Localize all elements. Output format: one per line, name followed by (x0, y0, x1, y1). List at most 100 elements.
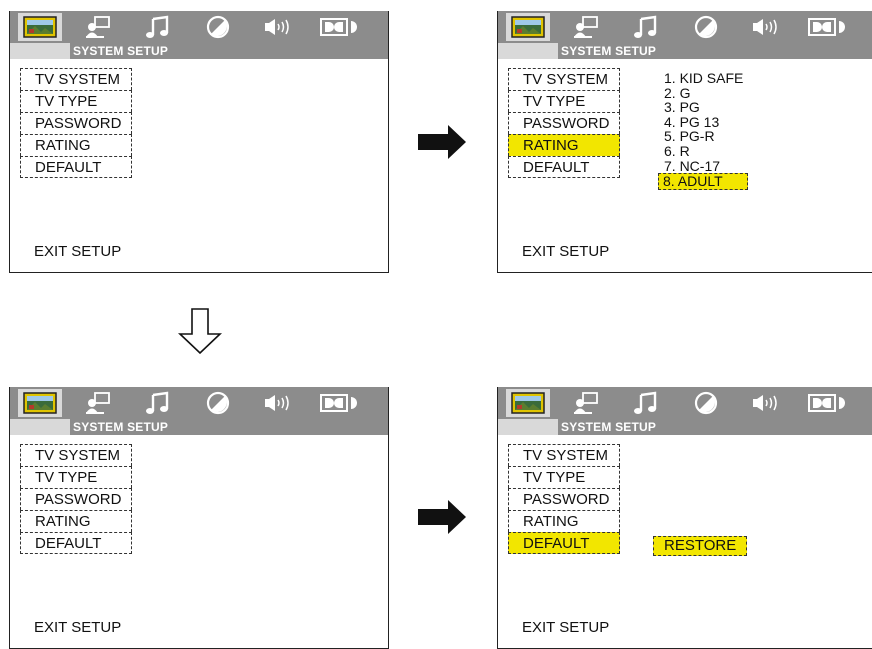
tab-speaker[interactable] (744, 13, 788, 41)
contrast-icon (694, 391, 718, 415)
subtitle-bar: SYSTEM SETUP (498, 43, 872, 59)
right-arrow-icon (418, 500, 466, 534)
tab-display[interactable] (76, 389, 120, 417)
dolby-icon (808, 394, 845, 412)
tab-picture[interactable] (506, 13, 550, 41)
setup-screen-bottom-right: SYSTEM SETUP TV SYSTEM TV TYPE PASSWORD … (497, 387, 872, 649)
menu-item-rating[interactable]: RATING (508, 510, 620, 532)
menu-item-tv-type[interactable]: TV TYPE (20, 90, 132, 112)
tab-picture[interactable] (506, 389, 550, 417)
exit-setup-button[interactable]: EXIT SETUP (522, 243, 609, 260)
tab-video[interactable] (196, 13, 240, 41)
page-title: SYSTEM SETUP (561, 44, 657, 58)
music-note-icon (146, 391, 169, 414)
monitor-icon (86, 392, 110, 414)
dolby-icon (320, 394, 357, 412)
page-title: SYSTEM SETUP (73, 44, 169, 58)
tab-audio[interactable] (136, 13, 180, 41)
speaker-icon (265, 395, 289, 411)
setup-screen-top-right: SYSTEM SETUP TV SYSTEM TV TYPE PASSWORD … (497, 11, 872, 273)
rating-option[interactable]: 6. R (658, 144, 748, 159)
page-title: SYSTEM SETUP (561, 420, 657, 434)
tab-dolby[interactable] (318, 13, 362, 41)
menu-item-tv-system[interactable]: TV SYSTEM (508, 68, 620, 90)
contrast-icon (206, 15, 230, 39)
menu-item-tv-system[interactable]: TV SYSTEM (20, 68, 132, 90)
subtitle-bar: SYSTEM SETUP (10, 43, 388, 59)
tab-display[interactable] (564, 13, 608, 41)
tab-dolby[interactable] (806, 389, 850, 417)
menu-item-rating[interactable]: RATING (20, 510, 132, 532)
speaker-icon (265, 19, 289, 35)
menu-item-password[interactable]: PASSWORD (20, 488, 132, 510)
restore-button[interactable]: RESTORE (653, 536, 747, 556)
tab-speaker[interactable] (744, 389, 788, 417)
contrast-icon (206, 391, 230, 415)
setup-menu: TV SYSTEM TV TYPE PASSWORD RATING DEFAUL… (20, 68, 132, 178)
tab-audio[interactable] (136, 389, 180, 417)
rating-options-list: 1. KID SAFE 2. G 3. PG 4. PG 13 5. PG-R 6. R7… (658, 71, 748, 190)
tab-video[interactable] (196, 389, 240, 417)
menu-item-tv-system[interactable]: TV SYSTEM (508, 444, 620, 466)
tab-bar (10, 387, 388, 419)
music-note-icon (634, 15, 657, 38)
menu-item-tv-system[interactable]: TV SYSTEM (20, 444, 132, 466)
rating-option[interactable]: 2. G (658, 85, 748, 101)
menu-item-tv-type[interactable]: TV TYPE (20, 466, 132, 488)
subtitle-bar: SYSTEM SETUP (498, 419, 872, 435)
music-note-icon (146, 15, 169, 38)
rating-option[interactable]: 7. NC-17 (658, 158, 748, 174)
rating-option[interactable]: 4. PG 13 (658, 115, 748, 130)
page-title: SYSTEM SETUP (73, 420, 169, 434)
tab-audio[interactable] (624, 13, 668, 41)
setup-menu: TV SYSTEM TV TYPE PASSWORD RATING DEFAUL… (20, 444, 132, 554)
rating-option[interactable]: 1. KID SAFE (658, 71, 748, 86)
speaker-icon (753, 395, 777, 411)
exit-setup-button[interactable]: EXIT SETUP (34, 243, 121, 260)
monitor-icon (86, 16, 110, 38)
menu-item-default[interactable]: DEFAULT (508, 156, 620, 178)
menu-item-tv-type[interactable]: TV TYPE (508, 90, 620, 112)
tab-bar (10, 11, 388, 43)
tab-video[interactable] (684, 13, 728, 41)
tab-picture[interactable] (18, 389, 62, 417)
menu-item-rating[interactable]: RATING (20, 134, 132, 156)
exit-setup-button[interactable]: EXIT SETUP (522, 619, 609, 636)
menu-item-default[interactable]: DEFAULT (508, 532, 620, 554)
dolby-icon (808, 18, 845, 36)
setup-screen-bottom-left: SYSTEM SETUP TV SYSTEM TV TYPE PASSWORD … (9, 387, 389, 649)
menu-item-default[interactable]: DEFAULT (20, 156, 132, 178)
exit-setup-button[interactable]: EXIT SETUP (34, 619, 121, 636)
speaker-icon (753, 19, 777, 35)
monitor-icon (574, 16, 598, 38)
tab-dolby[interactable] (806, 13, 850, 41)
rating-option[interactable]: 3. PG (658, 100, 748, 115)
music-note-icon (634, 391, 657, 414)
tab-bar (498, 11, 872, 43)
tab-picture[interactable] (18, 13, 62, 41)
picture-icon (23, 16, 57, 38)
menu-item-password[interactable]: PASSWORD (508, 488, 620, 510)
tab-speaker[interactable] (256, 13, 300, 41)
menu-item-rating[interactable]: RATING (508, 134, 620, 156)
contrast-icon (694, 15, 718, 39)
menu-item-password[interactable]: PASSWORD (508, 112, 620, 134)
menu-item-tv-type[interactable]: TV TYPE (508, 466, 620, 488)
tab-dolby[interactable] (318, 389, 362, 417)
rating-option[interactable]: 5. PG-R (658, 129, 748, 144)
right-arrow-icon (418, 125, 466, 159)
tab-speaker[interactable] (256, 389, 300, 417)
tab-bar (498, 387, 872, 419)
picture-icon (23, 392, 57, 414)
dolby-icon (320, 18, 357, 36)
menu-item-password[interactable]: PASSWORD (20, 112, 132, 134)
down-arrow-icon (178, 308, 222, 354)
picture-icon (511, 392, 545, 414)
tab-display[interactable] (76, 13, 120, 41)
setup-screen-top-left: SYSTEM SETUP TV SYSTEM TV TYPE PASSWORD … (9, 11, 389, 273)
rating-option[interactable]: 8. ADULT (658, 173, 748, 190)
tab-video[interactable] (684, 389, 728, 417)
tab-audio[interactable] (624, 389, 668, 417)
tab-display[interactable] (564, 389, 608, 417)
menu-item-default[interactable]: DEFAULT (20, 532, 132, 554)
